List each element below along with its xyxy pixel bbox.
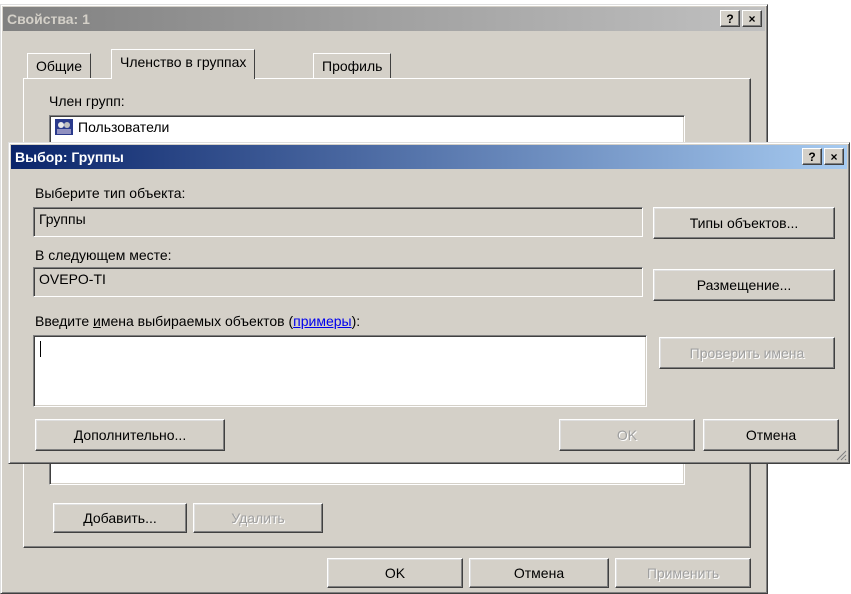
text-caret [40,341,41,357]
advanced-button[interactable]: Дополнительно... [35,419,225,451]
locations-button[interactable]: Размещение... [653,269,835,301]
select-groups-dialog: Выбор: Группы ? × Выберите тип объекта: … [8,142,850,464]
properties-titlebar[interactable]: Свойства: 1 ? × [3,7,765,31]
close-button[interactable]: × [742,10,762,27]
member-of-label: Член групп: [49,93,125,109]
apply-button[interactable]: Применить [615,558,751,588]
location-field: OVEPO-TI [33,267,643,297]
select-groups-titlebar[interactable]: Выбор: Группы ? × [11,145,847,169]
select-groups-title: Выбор: Группы [15,149,124,165]
add-button[interactable]: Добавить... [53,503,187,533]
object-type-field: Группы [33,207,643,237]
tab-profile[interactable]: Профиль [313,53,392,79]
object-names-input[interactable] [33,335,647,407]
member-group-name: Пользователи [78,119,170,135]
object-type-label: Выберите тип объекта: [35,185,186,201]
cancel-button[interactable]: Отмена [703,419,839,451]
remove-button[interactable]: Удалить [193,503,323,533]
list-item[interactable]: Пользователи [54,118,680,136]
object-types-button[interactable]: Типы объектов... [653,207,835,239]
ok-button[interactable]: OK [559,419,695,451]
examples-link[interactable]: примеры [293,313,351,329]
object-type-value: Группы [39,211,86,227]
help-button[interactable]: ? [802,148,822,165]
object-names-label: Введите имена выбираемых объектов (приме… [35,313,361,329]
location-value: OVEPO-TI [39,271,106,287]
location-label: В следующем месте: [35,247,172,263]
check-names-button[interactable]: Проверить имена [659,337,835,369]
ok-button[interactable]: OK [327,558,463,588]
help-button[interactable]: ? [720,10,740,27]
tab-member-of[interactable]: Членство в группах [111,49,256,79]
cancel-button[interactable]: Отмена [469,558,609,588]
resize-grip-icon[interactable] [835,449,847,461]
properties-title: Свойства: 1 [7,11,90,27]
tab-general[interactable]: Общие [27,53,92,79]
close-button[interactable]: × [824,148,844,165]
group-icon [55,119,73,135]
